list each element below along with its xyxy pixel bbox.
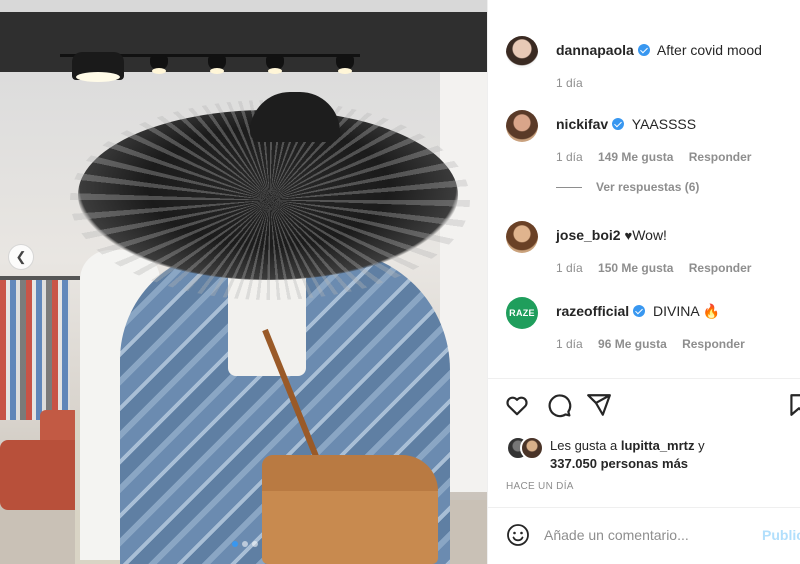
- liker-username[interactable]: lupitta_mrtz: [621, 438, 695, 453]
- comment-username[interactable]: dannapaola: [556, 42, 634, 58]
- comment-text-line: jose_boi2 ♥Wow!: [556, 227, 667, 243]
- like-icon[interactable]: [504, 392, 532, 420]
- verified-badge-icon: [612, 118, 625, 130]
- comments-list[interactable]: dannapaola After covid mood 1 día nickif…: [488, 0, 800, 378]
- comment-text-line: dannapaola After covid mood: [556, 42, 762, 58]
- carousel-dot: [232, 541, 238, 547]
- photo-lamp: [266, 56, 284, 74]
- comment-input[interactable]: [544, 521, 744, 549]
- view-replies-button[interactable]: Ver respuestas (6): [556, 180, 699, 194]
- comment-meta: 1 día 150 Me gusta Responder: [556, 261, 763, 275]
- likes-text: Les gusta a lupitta_mrtz y 337.050 perso…: [550, 437, 800, 473]
- fire-icon: 🔥: [702, 303, 721, 319]
- photo-clothing-rack: [0, 280, 70, 420]
- photo-lamp: [208, 56, 226, 74]
- share-icon[interactable]: [586, 392, 614, 420]
- likes-suffix: y: [694, 438, 705, 453]
- avatar[interactable]: RAZE: [506, 297, 538, 329]
- comment-time: 1 día: [556, 150, 583, 164]
- save-icon[interactable]: [786, 392, 800, 420]
- comment-time: 1 día: [556, 337, 583, 351]
- verified-badge-icon: [637, 44, 650, 56]
- replies-line: [556, 187, 582, 189]
- photo-handbag-flap: [262, 455, 438, 491]
- comment-username[interactable]: nickifav: [556, 116, 608, 132]
- post-photo[interactable]: ❮: [0, 0, 487, 564]
- chevron-left-icon[interactable]: ❮: [8, 244, 34, 270]
- reply-button[interactable]: Responder: [682, 337, 745, 351]
- comment-likes[interactable]: 149 Me gusta: [598, 150, 673, 164]
- carousel-dots: [232, 541, 258, 547]
- comment-meta: 1 día 149 Me gusta Responder: [556, 150, 763, 164]
- comment-likes[interactable]: 96 Me gusta: [598, 337, 667, 351]
- photo-ceiling-beam: [0, 0, 487, 12]
- likes-count[interactable]: 337.050 personas más: [550, 456, 688, 471]
- carousel-dot: [242, 541, 248, 547]
- verified-badge-icon: [633, 305, 646, 317]
- view-replies-label: Ver respuestas (6): [596, 180, 700, 194]
- comment-time: 1 día: [556, 76, 583, 90]
- comment-text: YAASSSS: [631, 116, 697, 132]
- comment-meta: 1 día: [556, 76, 595, 90]
- avatar[interactable]: [520, 436, 544, 460]
- likes-prefix: Les gusta a: [550, 438, 621, 453]
- comment-icon[interactable]: [546, 392, 574, 420]
- avatar[interactable]: [506, 221, 538, 253]
- photo-lamp: [336, 56, 354, 74]
- reply-button[interactable]: Responder: [689, 150, 752, 164]
- comment-text: Wow!: [632, 227, 667, 243]
- comment-time: 1 día: [556, 261, 583, 275]
- carousel-dot: [252, 541, 258, 547]
- likes-summary: Les gusta a lupitta_mrtz y 337.050 perso…: [506, 432, 800, 476]
- comment-likes[interactable]: 150 Me gusta: [598, 261, 673, 275]
- post-comment-button[interactable]: Publicar: [762, 527, 800, 543]
- comment-text-line: nickifav YAASSSS: [556, 116, 696, 132]
- photo-lamp: [72, 52, 124, 82]
- post-side-panel: dannapaola After covid mood 1 día nickif…: [487, 0, 800, 564]
- avatar[interactable]: [506, 110, 538, 142]
- add-comment-bar: Publicar: [488, 507, 800, 564]
- post-actions: [488, 378, 800, 432]
- avatar[interactable]: [506, 36, 538, 68]
- comment-username[interactable]: razeofficial: [556, 303, 629, 319]
- reply-button[interactable]: Responder: [689, 261, 752, 275]
- comment-username[interactable]: jose_boi2: [556, 227, 621, 243]
- comment-text: After covid mood: [656, 42, 762, 58]
- comment-meta: 1 día 96 Me gusta Responder: [556, 337, 757, 351]
- photo-lamp: [150, 56, 168, 74]
- comment-text-line: razeofficial DIVINA 🔥: [556, 303, 720, 320]
- emoji-icon[interactable]: [506, 523, 530, 547]
- comment-text: DIVINA: [653, 303, 699, 319]
- post-timestamp[interactable]: HACE UN DÍA: [506, 481, 574, 492]
